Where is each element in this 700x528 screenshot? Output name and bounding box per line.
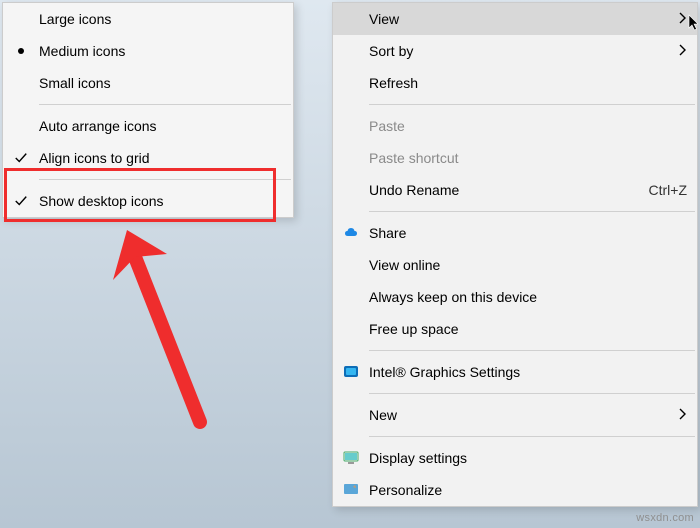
menu-item-small-icons[interactable]: Small icons [3,67,293,99]
chevron-right-icon [673,43,687,59]
view-submenu: Large icons Medium icons Small icons Aut… [2,2,294,218]
menu-item-label: Always keep on this device [369,289,687,305]
menu-item-label: Display settings [369,450,687,466]
menu-item-label: Undo Rename [369,182,637,198]
menu-item-label: View online [369,257,687,273]
mouse-cursor-icon [688,14,700,32]
radio-selected-icon [3,48,39,54]
menu-separator [369,436,695,437]
menu-item-free-up-space[interactable]: Free up space [333,313,697,345]
menu-item-label: Show desktop icons [39,193,283,209]
menu-item-sort-by[interactable]: Sort by [333,35,697,67]
menu-item-label: Paste [369,118,687,134]
menu-item-undo-rename[interactable]: Undo Rename Ctrl+Z [333,174,697,206]
display-icon [333,450,369,466]
menu-separator [39,104,291,105]
cloud-icon [333,225,369,241]
intel-icon [333,364,369,380]
menu-item-display-settings[interactable]: Display settings [333,442,697,474]
menu-separator [369,211,695,212]
menu-item-medium-icons[interactable]: Medium icons [3,35,293,67]
menu-item-label: Paste shortcut [369,150,687,166]
menu-item-view-online[interactable]: View online [333,249,697,281]
menu-item-shortcut: Ctrl+Z [649,182,688,198]
menu-item-label: New [369,407,673,423]
desktop-context-menu: View Sort by Refresh Paste Paste shortcu… [332,2,698,507]
menu-separator [369,393,695,394]
annotation-arrow-icon [105,222,225,432]
menu-item-always-keep[interactable]: Always keep on this device [333,281,697,313]
menu-item-label: View [369,11,673,27]
menu-item-large-icons[interactable]: Large icons [3,3,293,35]
menu-item-label: Large icons [39,11,283,27]
menu-item-personalize[interactable]: Personalize [333,474,697,506]
menu-item-label: Auto arrange icons [39,118,283,134]
menu-item-label: Sort by [369,43,673,59]
watermark-text: wsxdn.com [636,512,694,524]
menu-item-label: Personalize [369,482,687,498]
chevron-right-icon [673,407,687,423]
menu-item-show-desktop-icons[interactable]: Show desktop icons [3,185,293,217]
menu-item-label: Medium icons [39,43,283,59]
menu-item-view[interactable]: View [333,3,697,35]
chevron-right-icon [673,11,687,27]
menu-item-auto-arrange[interactable]: Auto arrange icons [3,110,293,142]
check-icon [3,194,39,208]
menu-separator [369,350,695,351]
menu-item-label: Intel® Graphics Settings [369,364,687,380]
menu-separator [369,104,695,105]
menu-item-new[interactable]: New [333,399,697,431]
menu-item-label: Share [369,225,687,241]
menu-item-label: Align icons to grid [39,150,283,166]
menu-item-refresh[interactable]: Refresh [333,67,697,99]
menu-item-label: Small icons [39,75,283,91]
personalize-icon [333,482,369,498]
check-icon [3,151,39,165]
menu-item-label: Free up space [369,321,687,337]
menu-item-paste-shortcut[interactable]: Paste shortcut [333,142,697,174]
menu-item-align-to-grid[interactable]: Align icons to grid [3,142,293,174]
menu-separator [39,179,291,180]
menu-item-intel-graphics[interactable]: Intel® Graphics Settings [333,356,697,388]
menu-item-share[interactable]: Share [333,217,697,249]
menu-item-paste[interactable]: Paste [333,110,697,142]
menu-item-label: Refresh [369,75,687,91]
